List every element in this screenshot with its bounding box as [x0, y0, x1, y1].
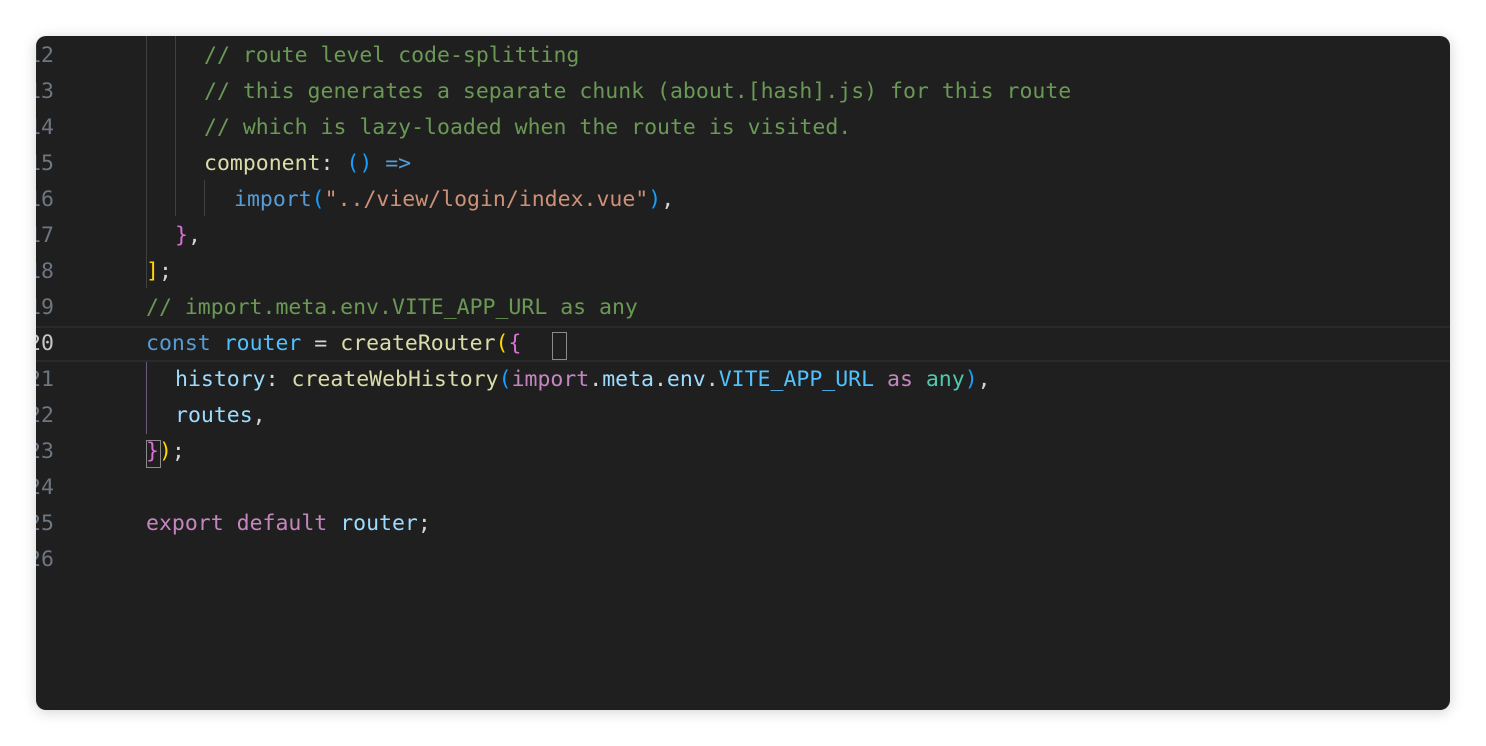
code-token: import: [511, 367, 590, 392]
line-number: 13: [36, 79, 54, 104]
code-token: // which is lazy-loaded when the route i…: [204, 115, 852, 140]
code-token: history: [175, 367, 266, 392]
code-line[interactable]: 17},: [36, 218, 1450, 254]
code-token: ): [158, 439, 172, 464]
code-line[interactable]: 12 // route level code-splitting: [36, 38, 1450, 74]
code-text: export default router;: [146, 506, 431, 542]
code-token: ;: [171, 439, 185, 464]
code-token: export: [146, 511, 224, 536]
code-token: router: [340, 511, 418, 536]
line-number: 23: [36, 439, 54, 464]
code-token: }: [175, 223, 188, 248]
line-number: 24: [36, 475, 54, 500]
code-text: history: createWebHistory(import.meta.en…: [175, 362, 991, 398]
code-token: ): [964, 367, 978, 392]
code-token: =>: [385, 151, 412, 176]
code-token: .: [589, 367, 603, 392]
code-token: =: [301, 331, 341, 356]
code-token: .: [653, 367, 667, 392]
code-token: as: [887, 367, 913, 392]
code-line[interactable]: 15 component: () =>: [36, 146, 1450, 182]
code-token: router: [223, 331, 302, 356]
code-line[interactable]: 14 // which is lazy-loaded when the route…: [36, 110, 1450, 146]
code-token: (: [311, 187, 325, 212]
code-token: // import.meta.env.VITE_APP_URL as any: [146, 295, 638, 320]
code-token: // route level code-splitting: [204, 43, 580, 68]
line-number: 26: [36, 547, 54, 572]
code-token: // this generates a separate chunk (abou…: [204, 79, 1072, 104]
line-number: 14: [36, 115, 54, 140]
code-text: // route level code-splitting: [204, 38, 579, 74]
code-line[interactable]: 18];: [36, 254, 1450, 290]
code-line[interactable]: 24: [36, 470, 1450, 506]
code-token: meta: [602, 367, 654, 392]
line-number: 19: [36, 295, 54, 320]
code-token: :: [265, 367, 292, 392]
code-token: any: [925, 367, 965, 392]
code-token: createWebHistory: [291, 367, 499, 392]
code-token: {: [508, 331, 522, 356]
code-editor-window: 12 // route level code-splitting 13 // this…: [36, 36, 1450, 710]
code-token: ,: [252, 403, 266, 428]
code-line[interactable]: 21history: createWebHistory(import.meta.…: [36, 362, 1450, 398]
code-token: ,: [187, 223, 201, 248]
code-text: const router = createRouter({: [146, 326, 521, 362]
code-text: component: () =>: [204, 146, 411, 182]
code-token: env: [666, 367, 706, 392]
code-token: default: [236, 511, 328, 536]
code-token: import: [234, 187, 312, 212]
code-editor[interactable]: 12 // route level code-splitting 13 // this…: [36, 36, 1450, 710]
code-token: VITE_APP_URL: [718, 367, 875, 392]
code-token: .: [705, 367, 719, 392]
code-token: ;: [417, 511, 431, 536]
code-token: (): [346, 151, 373, 176]
line-number: 16: [36, 187, 54, 212]
code-text: // which is lazy-loaded when the route i…: [204, 110, 851, 146]
code-text: // this generates a separate chunk (abou…: [204, 74, 1071, 110]
code-token: ;: [158, 259, 172, 284]
code-token: component: [204, 151, 321, 176]
code-token: ,: [977, 367, 991, 392]
code-token: }: [146, 439, 159, 464]
line-number: 18: [36, 259, 54, 284]
code-text: });: [146, 434, 185, 470]
line-number: 21: [36, 367, 54, 392]
code-line[interactable]: 20 const router = createRouter({: [36, 326, 1450, 362]
line-number: 12: [36, 43, 54, 68]
code-line[interactable]: 23});: [36, 434, 1450, 470]
line-number: 25: [36, 511, 54, 536]
code-text: ];: [146, 254, 172, 290]
code-line[interactable]: 16 import("../view/login/index.vue"),: [36, 182, 1450, 218]
code-text: },: [175, 218, 201, 254]
code-token: ]: [146, 259, 159, 284]
code-line[interactable]: 25 export default router;: [36, 506, 1450, 542]
code-token: :: [320, 151, 347, 176]
code-line[interactable]: 22 routes,: [36, 398, 1450, 434]
code-token: createRouter: [340, 331, 496, 356]
code-text: routes,: [175, 398, 266, 434]
code-token: (: [495, 331, 509, 356]
code-token: const: [146, 331, 211, 356]
code-text: import("../view/login/index.vue"),: [234, 182, 674, 218]
code-token: ,: [661, 187, 675, 212]
line-number: 17: [36, 223, 54, 248]
code-line[interactable]: 26: [36, 542, 1450, 578]
code-line[interactable]: 13 // this generates a separate chunk (ab…: [36, 74, 1450, 110]
code-line[interactable]: 19 // import.meta.env.VITE_APP_URL as any: [36, 290, 1450, 326]
line-number: 20: [36, 331, 54, 356]
code-token: routes: [175, 403, 253, 428]
line-number: 22: [36, 403, 54, 428]
line-number: 15: [36, 151, 54, 176]
code-token: "../view/login/index.vue": [324, 187, 649, 212]
code-token: (: [498, 367, 512, 392]
code-text: // import.meta.env.VITE_APP_URL as any: [146, 290, 638, 326]
code-token: ): [648, 187, 662, 212]
